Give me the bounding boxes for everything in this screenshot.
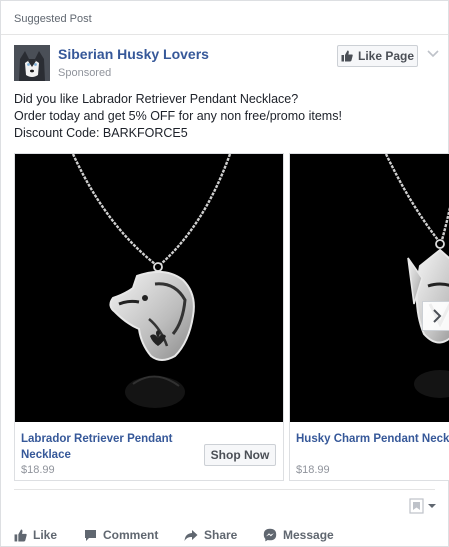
product-image[interactable]	[15, 154, 283, 422]
post-message: Did you like Labrador Retriever Pendant …	[14, 91, 434, 142]
suggested-post-label: Suggested Post	[14, 13, 92, 25]
product-carousel: Labrador Retriever Pendant Necklace $18.…	[14, 153, 449, 481]
shop-now-button[interactable]: Shop Now	[204, 444, 276, 466]
post-line: Order today and get 5% OFF for any non f…	[14, 109, 342, 123]
carousel-next-button[interactable]	[422, 301, 449, 331]
sponsored-label[interactable]: Sponsored	[58, 67, 111, 79]
like-page-button[interactable]: Like Page	[337, 45, 418, 67]
comment-bubble-icon	[85, 529, 96, 541]
husky-avatar-icon	[14, 45, 50, 81]
like-action-label: Like	[33, 528, 58, 542]
like-action-button[interactable]: Like	[14, 528, 57, 542]
actions-divider	[14, 489, 435, 490]
product-image[interactable]	[290, 154, 449, 422]
audience-selector-icon[interactable]	[409, 498, 439, 514]
thumbs-up-icon	[14, 529, 27, 541]
post-actions-bar: Like Comment Share Message	[1, 523, 449, 547]
like-page-label: Like Page	[357, 49, 415, 63]
header-divider	[1, 34, 448, 35]
share-arrow-icon	[184, 529, 198, 541]
chevron-right-icon	[432, 309, 441, 323]
share-action-label: Share	[204, 528, 238, 542]
husky-pendant-image	[290, 154, 449, 422]
labrador-pendant-image	[15, 154, 283, 422]
product-title-link[interactable]: Labrador Retriever Pendant Necklace	[21, 431, 201, 463]
product-price: $18.99	[21, 464, 55, 476]
share-action-button[interactable]: Share	[184, 528, 237, 542]
page-avatar[interactable]	[14, 45, 50, 81]
suggested-post-card: Suggested Post Siberian Husky Lovers Spo…	[0, 0, 449, 547]
messenger-icon	[263, 528, 277, 542]
comment-action-button[interactable]: Comment	[84, 528, 158, 542]
comment-action-label: Comment	[103, 528, 159, 542]
thumbs-up-icon	[341, 50, 353, 62]
page-name-link[interactable]: Siberian Husky Lovers	[58, 46, 209, 62]
product-title-link[interactable]: Husky Charm Pendant Necklace	[296, 431, 449, 447]
message-action-label: Message	[283, 528, 334, 542]
product-price: $18.99	[296, 464, 330, 476]
post-line: Did you like Labrador Retriever Pendant …	[14, 92, 299, 106]
message-action-button[interactable]: Message	[263, 528, 334, 542]
post-line: Discount Code: BARKFORCE5	[14, 126, 188, 140]
chevron-down-icon[interactable]	[426, 46, 440, 60]
carousel-item[interactable]: Labrador Retriever Pendant Necklace $18.…	[14, 153, 284, 481]
